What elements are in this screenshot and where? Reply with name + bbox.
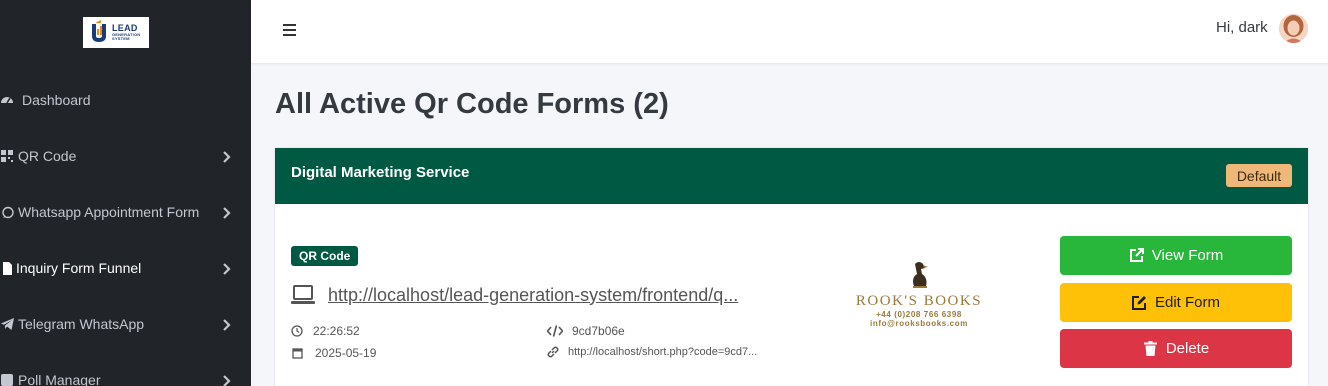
chevron-right-icon: [220, 150, 232, 163]
date-meta: 2025-05-19: [291, 346, 376, 360]
link-icon: [547, 346, 559, 358]
short-url-meta: http://localhost/short.php?code=9cd7...: [547, 346, 797, 358]
sidebar: LEAD GENERATION SYSTEM Dashboard QR Code…: [0, 0, 251, 386]
qrcode-icon: [0, 149, 14, 163]
chevron-right-icon: [220, 262, 232, 275]
view-form-button[interactable]: View Form: [1060, 236, 1292, 275]
sidebar-item-label: Poll Manager: [18, 372, 101, 386]
sidebar-item-whatsapp-appointment-form[interactable]: Whatsapp Appointment Form: [0, 192, 251, 232]
form-card-title: Digital Marketing Service: [291, 164, 470, 181]
logo-phone: +44 (0)208 766 6398: [876, 310, 962, 319]
form-url-row: http://localhost/lead-generation-system/…: [291, 282, 791, 308]
time-value: 22:26:52: [313, 324, 360, 338]
logo-name: ROOK'S BOOKS: [855, 293, 983, 309]
time-meta: 22:26:52: [291, 324, 360, 338]
date-value: 2025-05-19: [315, 346, 377, 360]
rook-icon: [906, 260, 932, 290]
poll-icon: [0, 373, 14, 386]
view-form-label: View Form: [1151, 247, 1224, 264]
calendar-icon: [291, 347, 303, 359]
menu-toggle-icon[interactable]: [282, 21, 298, 37]
dashboard-icon: [0, 93, 14, 107]
form-url-link[interactable]: http://localhost/lead-generation-system/…: [328, 285, 776, 306]
delete-label: Delete: [1165, 340, 1210, 357]
trash-icon: [1143, 341, 1158, 356]
sidebar-item-label: QR Code: [18, 148, 77, 164]
sidebar-item-dashboard[interactable]: Dashboard: [0, 80, 251, 120]
sidebar-item-label: Inquiry Form Funnel: [16, 260, 142, 276]
external-link-icon: [1129, 248, 1144, 263]
clock-icon: [291, 325, 303, 337]
chevron-right-icon: [220, 374, 232, 386]
page-title: All Active Qr Code Forms (2): [275, 88, 669, 120]
brand-text: LEAD GENERATION SYSTEM: [112, 24, 140, 41]
delete-button[interactable]: Delete: [1060, 329, 1292, 368]
laptop-icon: [291, 285, 315, 305]
telegram-icon: [0, 317, 14, 331]
chevron-right-icon: [220, 206, 232, 219]
sidebar-item-label: Telegram WhatsApp: [18, 316, 145, 332]
sidebar-item-label: Whatsapp Appointment Form: [18, 204, 200, 220]
short-url-value[interactable]: http://localhost/short.php?code=9cd7...: [568, 346, 757, 358]
default-badge: Default: [1226, 164, 1292, 187]
brand-mark-icon: [89, 20, 109, 45]
form-card: Digital Marketing Service Default QR Cod…: [275, 148, 1308, 386]
sidebar-item-label: Dashboard: [22, 92, 91, 108]
brand-logo[interactable]: LEAD GENERATION SYSTEM: [83, 17, 149, 48]
code-icon: [547, 325, 563, 337]
whatsapp-icon: [0, 205, 14, 219]
logo-email: info@rooksbooks.com: [870, 319, 968, 328]
code-value: 9cd7b06e: [572, 324, 625, 338]
sidebar-item-telegram-whatsapp[interactable]: Telegram WhatsApp: [0, 304, 251, 344]
sidebar-item-qr-code[interactable]: QR Code: [0, 136, 251, 176]
edit-form-label: Edit Form: [1154, 294, 1220, 311]
user-avatar[interactable]: [1279, 14, 1308, 43]
brand-line-3: SYSTEM: [112, 36, 130, 41]
edit-form-button[interactable]: Edit Form: [1060, 283, 1292, 322]
type-badge: QR Code: [291, 246, 359, 266]
form-card-header: Digital Marketing Service Default: [275, 148, 1308, 204]
chevron-right-icon: [220, 318, 232, 331]
sidebar-item-inquiry-form-funnel[interactable]: Inquiry Form Funnel: [0, 248, 251, 288]
sidebar-item-poll-manager[interactable]: Poll Manager: [0, 360, 251, 386]
code-meta: 9cd7b06e: [547, 324, 625, 338]
user-greeting[interactable]: Hi, dark: [1216, 19, 1268, 36]
edit-icon: [1131, 295, 1147, 310]
file-icon: [0, 261, 14, 275]
top-navbar: Hi, dark: [251, 0, 1328, 63]
form-logo-image: ROOK'S BOOKS +44 (0)208 766 6398 info@ro…: [849, 260, 989, 342]
